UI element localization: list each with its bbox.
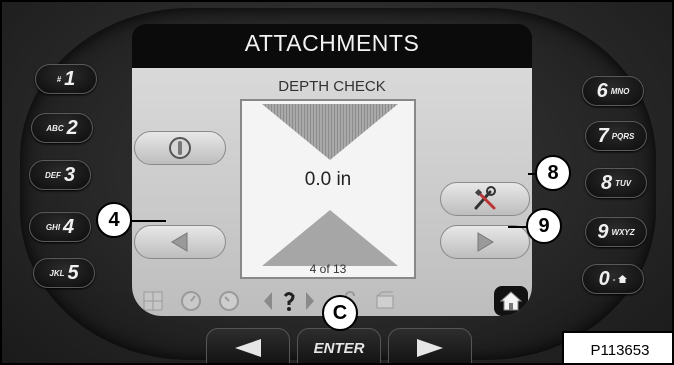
callout-9: 9 [526,208,562,244]
right-triangle-icon [477,232,494,252]
gauge-icon [180,290,202,312]
key-4[interactable]: GHI 4 [29,212,91,242]
callout-4-leader [126,220,166,222]
key-2-digit: 2 [66,116,78,139]
next-soft-button[interactable] [440,225,530,259]
chevron-left-icon [256,290,278,312]
key-7[interactable]: 7 PQRS [585,121,647,151]
key-3-digit: 3 [63,163,76,186]
key-2-letters: ABC [46,123,64,133]
key-6-digit: 6 [596,79,608,102]
key-9-digit: 9 [597,220,609,243]
key-7-digit: 7 [597,124,609,147]
enter-label: ENTER [313,339,365,357]
chevron-right-icon [300,290,322,312]
key-3[interactable]: DEF 3 [29,160,91,190]
key-5-digit: 5 [67,261,79,284]
power-soft-button[interactable] [134,131,226,165]
depth-check-label: DEPTH CHECK [278,78,386,95]
key-5[interactable]: JKL 5 [33,258,95,288]
figure-id: P113653 [562,331,672,363]
key-3-letters: DEF [44,170,61,180]
home-button[interactable] [494,286,528,316]
key-8-digit: 8 [600,171,613,194]
screen-title: ATTACHMENTS [244,30,420,56]
callout-c: C [322,295,358,331]
key-0-letters: - [612,274,616,284]
left-arrow-icon [235,339,261,357]
key-4-digit: 4 [63,215,75,238]
key-1[interactable]: # 1 [35,64,97,94]
key-0-digit: 0 [598,267,610,290]
figure-frame: # 1 ABC 2 DEF 3 GHI 4 JKL 5 6 MNO 7 PQRS… [0,0,674,365]
key-0[interactable]: 0 - [582,264,644,294]
depth-value: 0.0 in [304,169,352,190]
key-1-digit: 1 [64,67,76,90]
grid-icon [142,290,164,312]
lower-indicator [262,210,398,266]
lcd-panel: DEPTH CHECK 0.0 in 4 of 13 [132,68,532,316]
right-arrow-icon [417,339,443,357]
tools-soft-button[interactable] [440,182,530,216]
key-6-letters: MNO [610,86,630,96]
key-8[interactable]: 8 TUV [585,168,647,198]
key-2[interactable]: ABC 2 [31,113,93,143]
home-small-icon [618,275,628,283]
power-icon [169,137,191,159]
key-7-letters: PQRS [611,131,635,141]
key-8-letters: TUV [615,178,632,188]
depth-gauge: 0.0 in 4 of 13 [240,99,416,279]
key-9-letters: WXYZ [611,227,635,237]
help-icon [278,290,300,312]
key-1-letters: # [56,74,62,84]
left-triangle-icon [171,232,188,252]
callout-4: 4 [96,202,132,238]
callout-8: 8 [535,155,571,191]
raise-indicator [262,104,398,160]
key-6[interactable]: 6 MNO [582,76,644,106]
wrench-screwdriver-icon [474,186,496,210]
previous-soft-button[interactable] [134,225,226,259]
attachment-icon [374,290,396,312]
home-icon [499,291,523,311]
key-9[interactable]: 9 WXYZ [585,217,647,247]
down-triangle-icon [262,104,398,160]
enter-key[interactable]: ENTER [297,328,381,363]
speedometer-icon [218,290,240,312]
bottom-left-arrow-key[interactable] [206,328,290,363]
display-screen: ATTACHMENTS DEPTH CHECK 0.0 in 4 of 13 [132,24,532,316]
bottom-right-arrow-key[interactable] [388,328,472,363]
key-4-letters: GHI [45,222,61,232]
up-triangle-icon [262,210,398,266]
page-count: 4 of 13 [309,262,347,276]
key-5-letters: JKL [49,268,65,278]
